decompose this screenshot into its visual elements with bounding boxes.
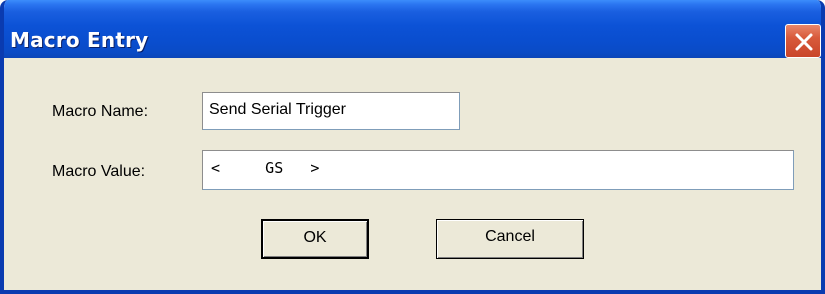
cancel-button[interactable]: Cancel [436, 219, 584, 259]
close-button[interactable] [785, 24, 821, 58]
macro-value-label: Macro Value: [52, 163, 146, 180]
close-icon [795, 33, 813, 51]
macro-name-input[interactable]: Send Serial Trigger [202, 92, 460, 130]
title-bar[interactable]: Macro Entry [4, 0, 821, 58]
macro-value-input[interactable]: < GS > [202, 150, 794, 190]
ok-button[interactable]: OK [261, 219, 369, 259]
dialog-title: Macro Entry [10, 28, 149, 52]
macro-entry-dialog: Macro Entry Macro Name: Send Serial Trig… [0, 0, 825, 294]
macro-name-label: Macro Name: [52, 103, 149, 120]
